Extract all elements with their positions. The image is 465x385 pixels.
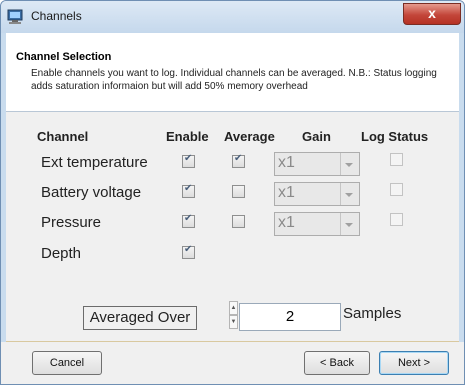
spin-up-icon[interactable]: ▲	[229, 301, 238, 315]
close-button[interactable]: x	[403, 3, 461, 25]
channels-app-icon	[7, 9, 23, 24]
page-description: Enable channels you want to log. Individ…	[31, 68, 437, 92]
log-status-checkbox[interactable]	[390, 153, 403, 166]
gain-select[interactable]: x1	[274, 212, 360, 236]
gain-value: x1	[278, 214, 295, 231]
title-bar[interactable]: Channels x	[1, 1, 464, 33]
column-header-enable: Enable	[166, 129, 209, 144]
cancel-button[interactable]: Cancel	[32, 351, 102, 375]
enable-checkbox[interactable]	[182, 183, 195, 198]
window-title: Channels	[31, 9, 82, 23]
channel-label: Pressure	[41, 214, 102, 231]
chevron-down-icon	[340, 213, 353, 235]
wizard-header: Channel Selection Enable channels you wa…	[6, 33, 459, 112]
gain-value: x1	[278, 154, 295, 171]
column-header-gain: Gain	[302, 129, 331, 144]
channel-label: Battery voltage	[41, 184, 142, 201]
column-header-log-status: Log Status	[361, 129, 429, 144]
enable-checkbox[interactable]	[182, 244, 195, 259]
chevron-down-icon	[340, 183, 353, 205]
channels-dialog: Channels x Channel Selection Enable chan…	[0, 0, 465, 385]
column-header-channel: Channel	[37, 129, 89, 144]
back-button[interactable]: < Back	[304, 351, 370, 375]
samples-label: Samples	[343, 305, 402, 322]
channel-label: Ext temperature	[41, 154, 148, 171]
spin-down-icon[interactable]: ▼	[229, 315, 238, 329]
channel-table: Channel Enable Average Gain Log Status E…	[6, 112, 459, 342]
enable-checkbox[interactable]	[182, 213, 195, 228]
column-header-average: Average	[224, 129, 275, 144]
averaged-over-label: Averaged Over	[83, 306, 197, 330]
averaging-samples-input[interactable]: 2	[239, 303, 341, 331]
average-checkbox[interactable]	[232, 153, 245, 168]
gain-select[interactable]: x1	[274, 152, 360, 176]
gain-select[interactable]: x1	[274, 182, 360, 206]
close-icon: x	[428, 5, 436, 21]
gain-value: x1	[278, 184, 295, 201]
average-checkbox[interactable]	[232, 185, 245, 198]
next-button[interactable]: Next >	[379, 351, 449, 375]
log-status-checkbox[interactable]	[390, 183, 403, 196]
enable-checkbox[interactable]	[182, 153, 195, 168]
average-checkbox[interactable]	[232, 215, 245, 228]
chevron-down-icon	[340, 153, 353, 175]
log-status-checkbox[interactable]	[390, 213, 403, 226]
wizard-footer: Cancel < Back Next >	[1, 342, 464, 384]
page-title: Channel Selection	[16, 51, 112, 63]
channel-label: Depth	[41, 245, 82, 262]
